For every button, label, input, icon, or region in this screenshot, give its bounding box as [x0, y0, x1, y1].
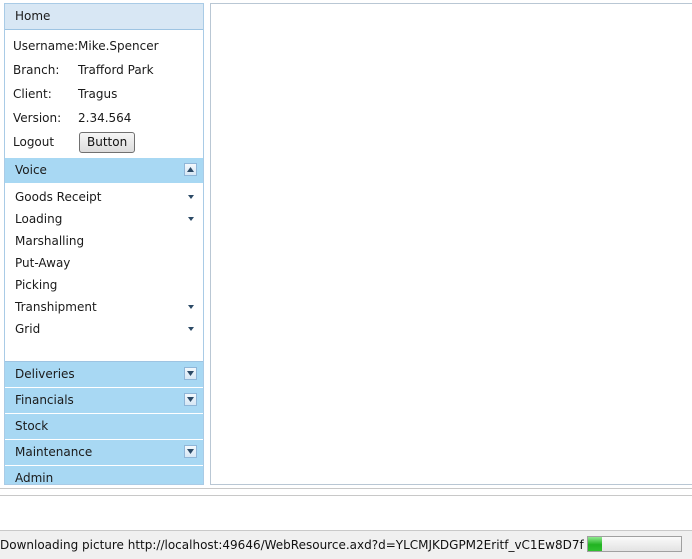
chevron-down-icon[interactable] [188, 217, 194, 221]
menu-item-picking[interactable]: Picking [5, 274, 203, 296]
menu-item-put-away[interactable]: Put-Away [5, 252, 203, 274]
maintenance-header[interactable]: Maintenance [5, 440, 203, 466]
financials-header[interactable]: Financials [5, 388, 203, 414]
menu-item-grid[interactable]: Grid [5, 318, 203, 340]
horizontal-splitter[interactable] [0, 488, 692, 496]
status-text: Downloading picture http://localhost:496… [0, 538, 584, 552]
download-progress-bar [587, 536, 682, 552]
chevron-down-icon [187, 371, 194, 376]
logout-row: Logout Button [13, 130, 203, 154]
chevron-down-icon[interactable] [188, 305, 194, 309]
branch-value: Trafford Park [78, 63, 154, 77]
voice-header[interactable]: Voice [5, 158, 203, 184]
main-content-panel [210, 3, 692, 485]
logout-button[interactable]: Button [79, 131, 136, 153]
home-header-label: Home [15, 9, 51, 23]
username-label: Username: [13, 39, 79, 53]
progress-fill [588, 537, 602, 551]
menu-item-label: Loading [15, 212, 63, 226]
chevron-down-icon [187, 449, 194, 454]
section-header-label: Financials [15, 393, 74, 407]
client-value: Tragus [78, 87, 118, 101]
expand-toggle[interactable] [184, 367, 197, 380]
admin-header[interactable]: Admin [5, 466, 203, 485]
section-header-label: Deliveries [15, 367, 75, 381]
username-row: Username: Mike.Spencer [13, 34, 203, 58]
navigation-sidebar: Home Username: Mike.Spencer Branch: Traf… [4, 3, 204, 485]
menu-item-transhipment[interactable]: Transhipment [5, 296, 203, 318]
menu-item-label: Grid [15, 322, 41, 336]
version-row: Version: 2.34.564 [13, 106, 203, 130]
expand-toggle[interactable] [184, 393, 197, 406]
menu-item-label: Put-Away [15, 256, 71, 270]
username-value: Mike.Spencer [78, 39, 159, 53]
voice-menu: Goods Receipt Loading Marshalling Put-Aw… [5, 184, 203, 362]
menu-item-marshalling[interactable]: Marshalling [5, 230, 203, 252]
voice-header-label: Voice [15, 163, 47, 177]
user-info-panel: Username: Mike.Spencer Branch: Trafford … [5, 30, 203, 154]
client-label: Client: [13, 87, 52, 101]
chevron-down-icon[interactable] [188, 327, 194, 331]
chevron-down-icon[interactable] [188, 195, 194, 199]
menu-item-label: Picking [15, 278, 58, 292]
menu-item-goods-receipt[interactable]: Goods Receipt [5, 186, 203, 208]
menu-item-label: Transhipment [15, 300, 97, 314]
stock-header[interactable]: Stock [5, 414, 203, 440]
chevron-down-icon [187, 397, 194, 402]
menu-item-label: Goods Receipt [15, 190, 102, 204]
branch-label: Branch: [13, 63, 60, 77]
version-label: Version: [13, 111, 62, 125]
client-row: Client: Tragus [13, 82, 203, 106]
section-header-label: Maintenance [15, 445, 93, 459]
logout-label: Logout [13, 135, 55, 149]
section-header-label: Stock [15, 419, 49, 433]
status-bar: Downloading picture http://localhost:496… [0, 530, 692, 559]
collapse-toggle[interactable] [184, 163, 197, 176]
version-value: 2.34.564 [78, 111, 132, 125]
menu-item-loading[interactable]: Loading [5, 208, 203, 230]
deliveries-header[interactable]: Deliveries [5, 362, 203, 388]
expand-toggle[interactable] [184, 445, 197, 458]
branch-row: Branch: Trafford Park [13, 58, 203, 82]
section-header-label: Admin [15, 471, 54, 485]
chevron-up-icon [187, 167, 194, 172]
home-header[interactable]: Home [5, 4, 203, 30]
menu-item-label: Marshalling [15, 234, 85, 248]
